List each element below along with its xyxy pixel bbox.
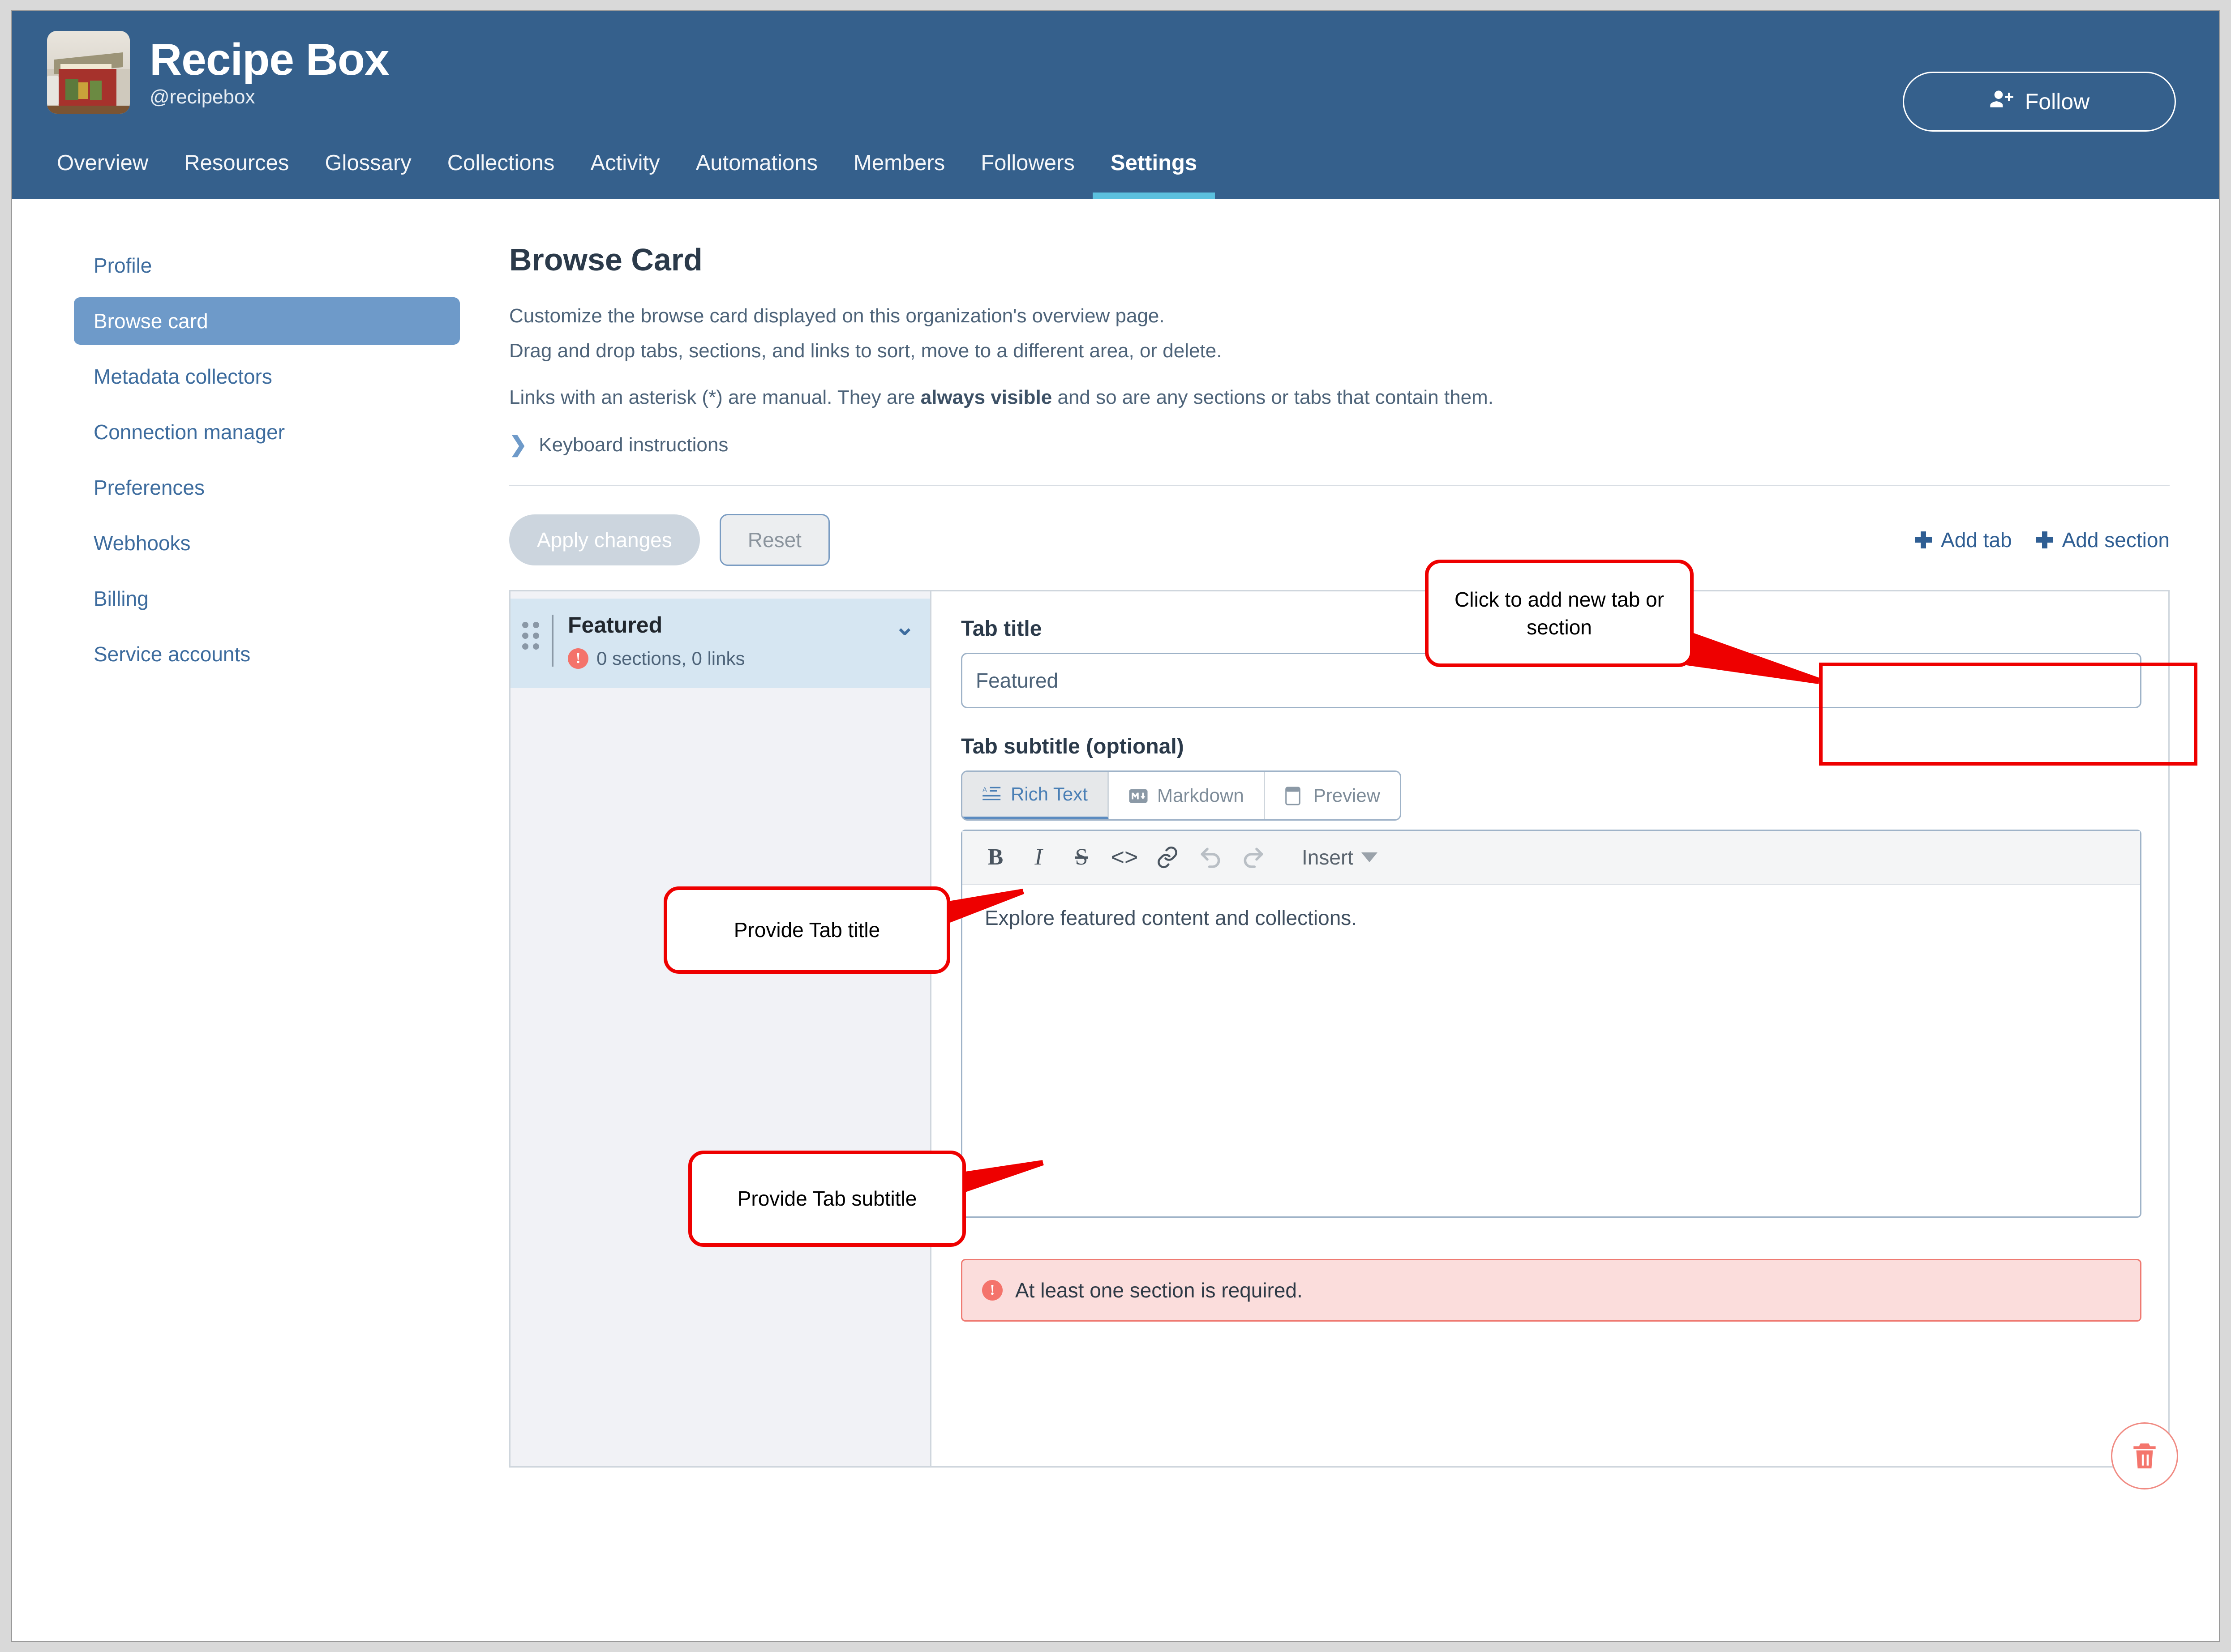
asterisk-note: Links with an asterisk (*) are manual. T… (509, 382, 2170, 413)
add-section-label: Add section (2062, 528, 2170, 552)
section-required-alert: ! At least one section is required. (961, 1258, 2141, 1322)
tab-preview[interactable]: Preview (1265, 771, 1400, 819)
sidebar-item-metadata-collectors[interactable]: Metadata collectors (74, 353, 460, 400)
annotation-add-callout: Click to add new tab or section (1425, 560, 1694, 667)
tab-preview-label: Preview (1313, 784, 1381, 806)
plus-icon (2036, 531, 2053, 548)
trash-icon (2133, 1443, 2156, 1468)
add-tab-label: Add tab (1941, 528, 2012, 552)
italic-icon[interactable]: I (1017, 838, 1060, 877)
asterisk-note-post: and so are any sections or tabs that con… (1052, 386, 1493, 409)
editor-content[interactable]: Explore featured content and collections… (962, 885, 2140, 1216)
nav-item-settings[interactable]: Settings (1092, 150, 1215, 199)
tab-rich-text-label: Rich Text (1011, 783, 1088, 805)
tab-list: Featured ! 0 sections, 0 links ⌄ (511, 591, 931, 1466)
keyboard-instructions-label: Keyboard instructions (539, 433, 729, 456)
sidebar-item-connection-manager[interactable]: Connection manager (74, 408, 460, 456)
link-icon[interactable] (1146, 838, 1189, 877)
browse-card-editor: Featured ! 0 sections, 0 links ⌄ Tab tit… (509, 590, 2178, 1489)
nav-item-members[interactable]: Members (836, 150, 963, 199)
tab-markdown[interactable]: Markdown (1108, 771, 1265, 819)
delete-tab-button[interactable] (2111, 1422, 2178, 1489)
tab-list-item-counts: 0 sections, 0 links (596, 647, 745, 669)
description-line-2: Drag and drop tabs, sections, and links … (509, 340, 1222, 362)
sidebar-item-preferences[interactable]: Preferences (74, 464, 460, 511)
tab-list-item-title: Featured (568, 612, 663, 638)
action-bar: Apply changes Reset Add tab Add section (509, 486, 2170, 590)
bold-icon[interactable]: B (974, 838, 1017, 877)
keyboard-instructions-toggle[interactable]: ❯ Keyboard instructions (509, 434, 2170, 456)
org-avatar (47, 31, 130, 114)
description-line-1: Customize the browse card displayed on t… (509, 305, 1165, 327)
drag-handle-icon[interactable] (522, 621, 539, 650)
svg-text:A: A (982, 786, 987, 793)
sidebar-item-webhooks[interactable]: Webhooks (74, 519, 460, 567)
insert-label: Insert (1302, 845, 1354, 869)
apply-changes-button[interactable]: Apply changes (509, 514, 700, 565)
app-window: Recipe Box @recipebox Follow Overview Re… (11, 10, 2220, 1642)
chevron-right-icon: ❯ (509, 432, 528, 457)
org-handle: @recipebox (150, 86, 255, 108)
tab-list-item-featured[interactable]: Featured ! 0 sections, 0 links ⌄ (511, 598, 930, 688)
follow-button[interactable]: Follow (1903, 72, 2176, 132)
strikethrough-icon[interactable]: S (1060, 838, 1103, 877)
asterisk-note-bold: always visible (920, 386, 1052, 409)
tab-rich-text[interactable]: A Rich Text (962, 771, 1109, 819)
annotation-tab-subtitle-callout: Provide Tab subtitle (688, 1151, 966, 1247)
page-title: Browse Card (509, 242, 703, 277)
page-body: Profile Browse card Metadata collectors … (12, 193, 2219, 1556)
plus-icon (1915, 531, 1932, 548)
tab-list-item-meta: ! 0 sections, 0 links (568, 648, 884, 669)
redo-icon[interactable] (1232, 838, 1275, 877)
sidebar-item-profile[interactable]: Profile (74, 242, 460, 289)
reset-button[interactable]: Reset (719, 514, 830, 566)
code-icon[interactable]: <> (1103, 838, 1146, 877)
tab-accent-bar (552, 614, 553, 667)
section-required-message: At least one section is required. (1015, 1278, 1303, 1302)
asterisk-note-pre: Links with an asterisk (*) are manual. T… (509, 386, 921, 409)
preview-icon (1285, 786, 1305, 805)
org-nav: Overview Resources Glossary Collections … (12, 114, 2219, 199)
nav-item-collections[interactable]: Collections (429, 150, 573, 199)
sidebar-item-browse-card[interactable]: Browse card (74, 297, 460, 345)
tab-markdown-label: Markdown (1157, 784, 1244, 806)
add-section-button[interactable]: Add section (2036, 528, 2170, 552)
markdown-icon (1128, 787, 1149, 805)
annotation-tab-title-callout: Provide Tab title (664, 886, 950, 974)
nav-item-glossary[interactable]: Glossary (307, 150, 429, 199)
editor-toolbar: B I S <> Insert (962, 830, 2140, 885)
caret-down-icon (1361, 852, 1378, 862)
insert-dropdown[interactable]: Insert (1302, 845, 1378, 869)
error-icon: ! (568, 648, 588, 669)
org-header: Recipe Box @recipebox Follow Overview Re… (12, 11, 2219, 199)
nav-item-activity[interactable]: Activity (572, 150, 678, 199)
error-icon: ! (982, 1280, 1003, 1301)
nav-item-overview[interactable]: Overview (39, 150, 166, 199)
rich-text-editor: B I S <> Insert Explore featured content… (961, 829, 2141, 1218)
follow-label: Follow (2025, 89, 2090, 114)
rich-text-icon: A (982, 785, 1003, 803)
nav-item-automations[interactable]: Automations (678, 150, 836, 199)
sidebar-item-billing[interactable]: Billing (74, 575, 460, 622)
person-add-icon (1989, 86, 2014, 117)
tab-subtitle-label: Tab subtitle (optional) (961, 734, 1184, 758)
screenshot-viewport: Recipe Box @recipebox Follow Overview Re… (0, 0, 2231, 1652)
subtitle-mode-switch: A Rich Text Markdown Preview (961, 770, 1402, 821)
tab-detail-panel: Tab title Tab subtitle (optional) A (931, 591, 2178, 1489)
sidebar-item-service-accounts[interactable]: Service accounts (74, 630, 460, 678)
settings-sidebar: Profile Browse card Metadata collectors … (12, 242, 509, 1556)
org-title: Recipe Box (150, 34, 390, 85)
chevron-down-icon[interactable]: ⌄ (895, 615, 915, 639)
nav-item-followers[interactable]: Followers (963, 150, 1093, 199)
nav-item-resources[interactable]: Resources (166, 150, 307, 199)
undo-icon[interactable] (1189, 838, 1232, 877)
add-tab-button[interactable]: Add tab (1915, 528, 2012, 552)
